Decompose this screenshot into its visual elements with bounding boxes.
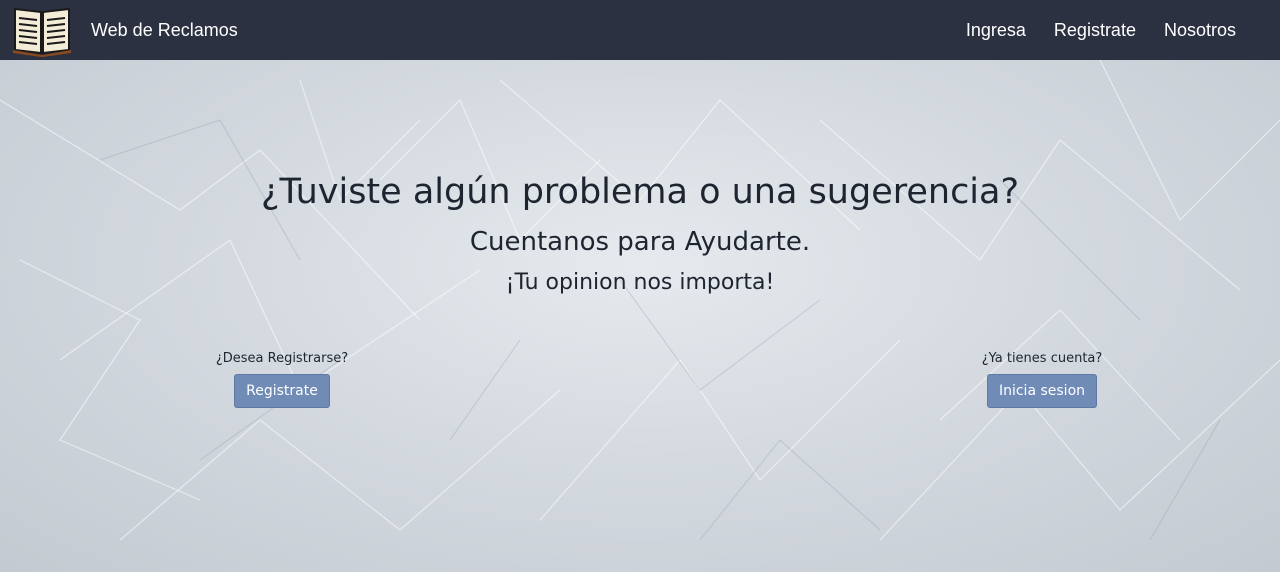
nav-link-registrate[interactable]: Registrate (1054, 20, 1136, 41)
hero-title: ¿Tuviste algún problema o una sugerencia… (260, 172, 1020, 212)
brand-link[interactable]: Web de Reclamos (91, 0, 238, 60)
frost-background-image (0, 60, 1280, 541)
register-button[interactable]: Registrate (234, 374, 330, 408)
register-cta: ¿Desea Registrarse? Registrate (210, 351, 354, 408)
hero-section: ¿Tuviste algún problema o una sugerencia… (0, 60, 1280, 572)
nav-link-nosotros[interactable]: Nosotros (1164, 20, 1236, 41)
nav-links: Ingresa Registrate Nosotros (966, 0, 1236, 60)
hero-tagline: ¡Tu opinion nos importa! (505, 270, 775, 295)
register-prompt: ¿Desea Registrarse? (215, 351, 349, 366)
nav-link-ingresa[interactable]: Ingresa (966, 20, 1026, 41)
open-book-icon[interactable] (11, 3, 73, 57)
hero-subtitle: Cuentanos para Ayudarte. (469, 227, 811, 257)
login-prompt: ¿Ya tienes cuenta? (981, 351, 1103, 366)
navbar: Web de Reclamos Ingresa Registrate Nosot… (0, 0, 1280, 60)
login-cta: ¿Ya tienes cuenta? Inicia sesion (975, 351, 1109, 408)
login-button[interactable]: Inicia sesion (986, 374, 1098, 408)
